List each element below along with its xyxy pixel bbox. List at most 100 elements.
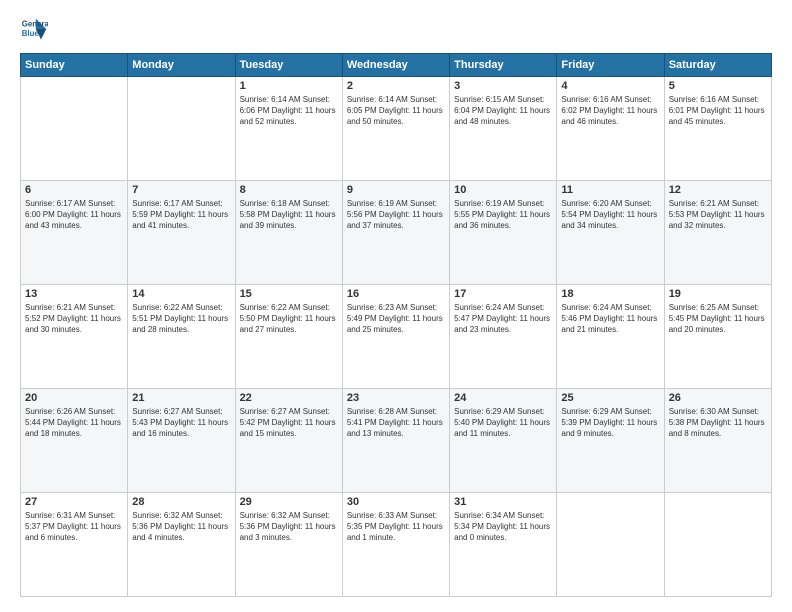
day-info: Sunrise: 6:15 AM Sunset: 6:04 PM Dayligh… — [454, 94, 552, 128]
calendar-cell: 15Sunrise: 6:22 AM Sunset: 5:50 PM Dayli… — [235, 285, 342, 389]
weekday-wednesday: Wednesday — [342, 54, 449, 77]
calendar-cell: 5 Sunrise: 6:16 AM Sunset: 6:01 PM Daylig… — [664, 77, 771, 181]
svg-text:General: General — [22, 19, 48, 28]
day-number: 16 — [347, 288, 445, 300]
day-number: 19 — [669, 288, 767, 300]
day-number: 7 — [132, 184, 230, 196]
day-info: Sunrise: 6:16 AM Sunset: 6:02 PM Dayligh… — [561, 94, 659, 128]
day-number: 26 — [669, 392, 767, 404]
day-number: 5 — [669, 80, 767, 92]
day-number: 10 — [454, 184, 552, 196]
day-number: 17 — [454, 288, 552, 300]
day-info: Sunrise: 6:19 AM Sunset: 5:56 PM Dayligh… — [347, 198, 445, 232]
calendar-cell: 20 Sunrise: 6:26 AM Sunset: 5:44 PM Dayli… — [21, 389, 128, 493]
day-number: 4 — [561, 80, 659, 92]
logo: General Blue — [20, 15, 48, 43]
weekday-saturday: Saturday — [664, 54, 771, 77]
calendar-cell: 19 Sunrise: 6:25 AM Sunset: 5:45 PM Dayli… — [664, 285, 771, 389]
weekday-header-row: SundayMondayTuesdayWednesdayThursdayFrid… — [21, 54, 772, 77]
day-number: 27 — [25, 496, 123, 508]
day-number: 29 — [240, 496, 338, 508]
day-number: 31 — [454, 496, 552, 508]
day-info: Sunrise: 6:29 AM Sunset: 5:39 PM Dayligh… — [561, 406, 659, 440]
day-info: Sunrise: 6:21 AM Sunset: 5:52 PM Dayligh… — [25, 302, 123, 336]
calendar-cell: 9 Sunrise: 6:19 AM Sunset: 5:56 PM Daylig… — [342, 181, 449, 285]
calendar-cell: 16 Sunrise: 6:23 AM Sunset: 5:49 PM Dayli… — [342, 285, 449, 389]
day-info: Sunrise: 6:24 AM Sunset: 5:47 PM Dayligh… — [454, 302, 552, 336]
day-number: 21 — [132, 392, 230, 404]
day-info: Sunrise: 6:20 AM Sunset: 5:54 PM Dayligh… — [561, 198, 659, 232]
day-info: Sunrise: 6:26 AM Sunset: 5:44 PM Dayligh… — [25, 406, 123, 440]
calendar-cell: 4 Sunrise: 6:16 AM Sunset: 6:02 PM Daylig… — [557, 77, 664, 181]
calendar-cell: 21 Sunrise: 6:27 AM Sunset: 5:43 PM Dayli… — [128, 389, 235, 493]
calendar-cell: 14 Sunrise: 6:22 AM Sunset: 5:51 PM Dayli… — [128, 285, 235, 389]
day-info: Sunrise: 6:29 AM Sunset: 5:40 PM Dayligh… — [454, 406, 552, 440]
week-row-0: 1 Sunrise: 6:14 AM Sunset: 6:06 PM Daylig… — [21, 77, 772, 181]
calendar-cell: 26 Sunrise: 6:30 AM Sunset: 5:38 PM Dayli… — [664, 389, 771, 493]
day-info: Sunrise: 6:22 AM Sunset: 5:51 PM Dayligh… — [132, 302, 230, 336]
day-number: 13 — [25, 288, 123, 300]
day-info: Sunrise: 6:16 AM Sunset: 6:01 PM Dayligh… — [669, 94, 767, 128]
day-number: 22 — [240, 392, 338, 404]
day-info: Sunrise: 6:14 AM Sunset: 6:06 PM Dayligh… — [240, 94, 338, 128]
day-info: Sunrise: 6:24 AM Sunset: 5:46 PM Dayligh… — [561, 302, 659, 336]
day-number: 6 — [25, 184, 123, 196]
day-info: Sunrise: 6:32 AM Sunset: 5:36 PM Dayligh… — [240, 510, 338, 544]
day-info: Sunrise: 6:17 AM Sunset: 5:59 PM Dayligh… — [132, 198, 230, 232]
day-info: Sunrise: 6:34 AM Sunset: 5:34 PM Dayligh… — [454, 510, 552, 544]
day-info: Sunrise: 6:31 AM Sunset: 5:37 PM Dayligh… — [25, 510, 123, 544]
day-info: Sunrise: 6:33 AM Sunset: 5:35 PM Dayligh… — [347, 510, 445, 544]
calendar-cell — [21, 77, 128, 181]
calendar-cell: 12Sunrise: 6:21 AM Sunset: 5:53 PM Dayli… — [664, 181, 771, 285]
calendar-cell: 3Sunrise: 6:15 AM Sunset: 6:04 PM Daylig… — [450, 77, 557, 181]
day-info: Sunrise: 6:23 AM Sunset: 5:49 PM Dayligh… — [347, 302, 445, 336]
week-row-1: 6 Sunrise: 6:17 AM Sunset: 6:00 PM Daylig… — [21, 181, 772, 285]
calendar-table: SundayMondayTuesdayWednesdayThursdayFrid… — [20, 53, 772, 597]
day-number: 1 — [240, 80, 338, 92]
calendar-cell — [128, 77, 235, 181]
day-info: Sunrise: 6:27 AM Sunset: 5:43 PM Dayligh… — [132, 406, 230, 440]
day-number: 9 — [347, 184, 445, 196]
calendar-cell: 18 Sunrise: 6:24 AM Sunset: 5:46 PM Dayli… — [557, 285, 664, 389]
day-number: 18 — [561, 288, 659, 300]
day-number: 24 — [454, 392, 552, 404]
calendar-cell: 22 Sunrise: 6:27 AM Sunset: 5:42 PM Dayli… — [235, 389, 342, 493]
weekday-sunday: Sunday — [21, 54, 128, 77]
day-info: Sunrise: 6:25 AM Sunset: 5:45 PM Dayligh… — [669, 302, 767, 336]
day-number: 2 — [347, 80, 445, 92]
day-info: Sunrise: 6:17 AM Sunset: 6:00 PM Dayligh… — [25, 198, 123, 232]
calendar-cell — [557, 493, 664, 597]
day-info: Sunrise: 6:28 AM Sunset: 5:41 PM Dayligh… — [347, 406, 445, 440]
weekday-tuesday: Tuesday — [235, 54, 342, 77]
calendar-cell: 13 Sunrise: 6:21 AM Sunset: 5:52 PM Dayli… — [21, 285, 128, 389]
day-info: Sunrise: 6:32 AM Sunset: 5:36 PM Dayligh… — [132, 510, 230, 544]
day-info: Sunrise: 6:22 AM Sunset: 5:50 PM Dayligh… — [240, 302, 338, 336]
calendar-cell: 31 Sunrise: 6:34 AM Sunset: 5:34 PM Dayli… — [450, 493, 557, 597]
calendar-cell: 29 Sunrise: 6:32 AM Sunset: 5:36 PM Dayli… — [235, 493, 342, 597]
calendar-cell: 30Sunrise: 6:33 AM Sunset: 5:35 PM Dayli… — [342, 493, 449, 597]
weekday-thursday: Thursday — [450, 54, 557, 77]
week-row-2: 13 Sunrise: 6:21 AM Sunset: 5:52 PM Dayli… — [21, 285, 772, 389]
calendar-cell: 8 Sunrise: 6:18 AM Sunset: 5:58 PM Daylig… — [235, 181, 342, 285]
day-number: 20 — [25, 392, 123, 404]
weekday-friday: Friday — [557, 54, 664, 77]
day-info: Sunrise: 6:18 AM Sunset: 5:58 PM Dayligh… — [240, 198, 338, 232]
calendar-cell: 24 Sunrise: 6:29 AM Sunset: 5:40 PM Dayli… — [450, 389, 557, 493]
day-info: Sunrise: 6:21 AM Sunset: 5:53 PM Dayligh… — [669, 198, 767, 232]
calendar-cell: 1 Sunrise: 6:14 AM Sunset: 6:06 PM Daylig… — [235, 77, 342, 181]
day-number: 8 — [240, 184, 338, 196]
day-info: Sunrise: 6:30 AM Sunset: 5:38 PM Dayligh… — [669, 406, 767, 440]
calendar-cell: 7 Sunrise: 6:17 AM Sunset: 5:59 PM Daylig… — [128, 181, 235, 285]
logo-icon: General Blue — [20, 15, 48, 43]
weekday-monday: Monday — [128, 54, 235, 77]
day-number: 14 — [132, 288, 230, 300]
calendar-cell: 10Sunrise: 6:19 AM Sunset: 5:55 PM Dayli… — [450, 181, 557, 285]
calendar-cell: 2 Sunrise: 6:14 AM Sunset: 6:05 PM Daylig… — [342, 77, 449, 181]
calendar-cell: 23Sunrise: 6:28 AM Sunset: 5:41 PM Dayli… — [342, 389, 449, 493]
day-info: Sunrise: 6:14 AM Sunset: 6:05 PM Dayligh… — [347, 94, 445, 128]
day-info: Sunrise: 6:27 AM Sunset: 5:42 PM Dayligh… — [240, 406, 338, 440]
day-number: 11 — [561, 184, 659, 196]
calendar-cell: 28Sunrise: 6:32 AM Sunset: 5:36 PM Dayli… — [128, 493, 235, 597]
week-row-3: 20 Sunrise: 6:26 AM Sunset: 5:44 PM Dayli… — [21, 389, 772, 493]
day-number: 25 — [561, 392, 659, 404]
